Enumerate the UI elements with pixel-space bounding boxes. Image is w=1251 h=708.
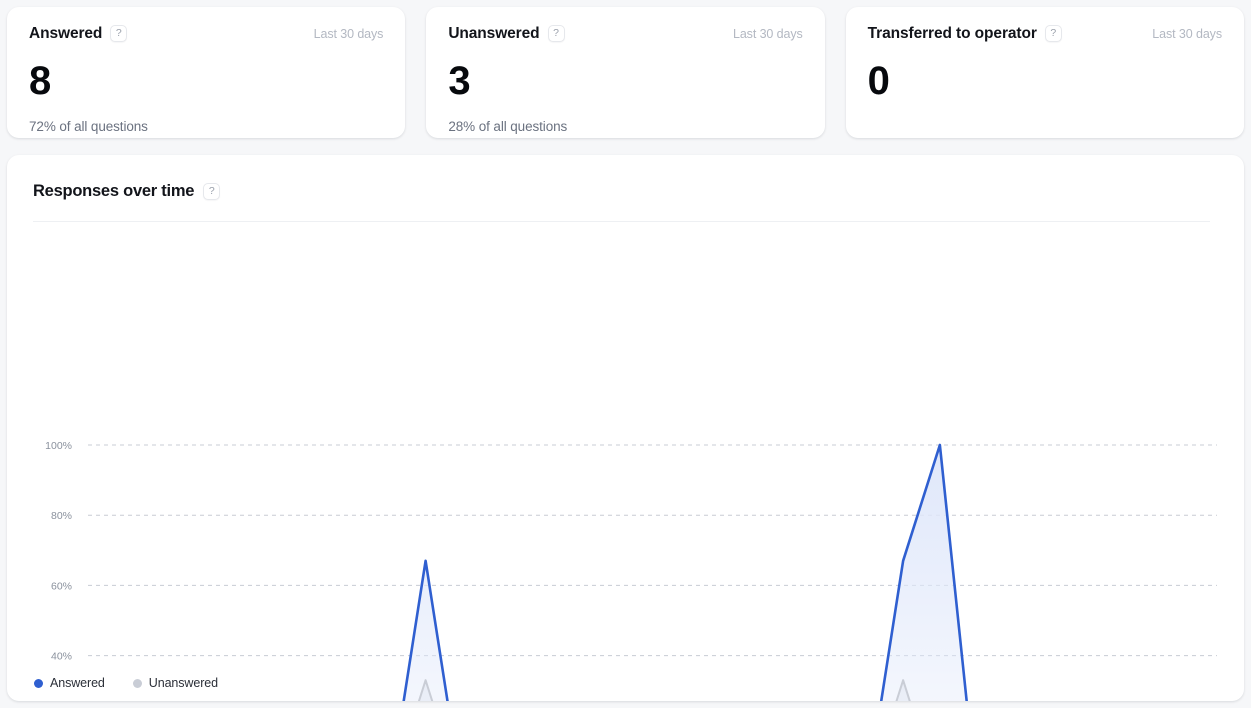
help-icon[interactable]: ? bbox=[1045, 25, 1062, 42]
legend-color-swatch-icon bbox=[34, 679, 43, 688]
kpi-title-group: Answered ? bbox=[29, 25, 127, 42]
chart-plot-area: 0%20%40%60%80%100% Jul 26Jul 30Aug 3Aug … bbox=[7, 155, 1244, 701]
y-axis-tick-label: 40% bbox=[51, 651, 72, 663]
kpi-period-label: Last 30 days bbox=[733, 27, 803, 41]
kpi-card-unanswered: Unanswered ? Last 30 days 3 28% of all q… bbox=[426, 7, 824, 138]
kpi-period-label: Last 30 days bbox=[1152, 27, 1222, 41]
chart-gridlines bbox=[88, 445, 1217, 701]
y-axis-tick-label: 60% bbox=[51, 580, 72, 592]
legend-item-unanswered[interactable]: Unanswered bbox=[133, 676, 218, 690]
kpi-card-header: Unanswered ? Last 30 days bbox=[448, 25, 802, 42]
legend-item-answered[interactable]: Answered bbox=[34, 676, 105, 690]
legend-label: Unanswered bbox=[149, 676, 218, 690]
series-area-answered bbox=[95, 445, 1197, 701]
series-line-unanswered bbox=[95, 680, 1197, 701]
legend-color-swatch-icon bbox=[133, 679, 142, 688]
kpi-title-group: Unanswered ? bbox=[448, 25, 564, 42]
kpi-value: 3 bbox=[448, 61, 802, 101]
kpi-value: 0 bbox=[868, 61, 1222, 101]
responses-over-time-chart: 0%20%40%60%80%100% Jul 26Jul 30Aug 3Aug … bbox=[7, 155, 1244, 701]
responses-over-time-card: Responses over time ? 0%20%40%60%80%100%… bbox=[7, 155, 1244, 701]
kpi-value: 8 bbox=[29, 61, 383, 101]
kpi-card-answered: Answered ? Last 30 days 8 72% of all que… bbox=[7, 7, 405, 138]
kpi-title: Transferred to operator bbox=[868, 26, 1037, 42]
help-icon[interactable]: ? bbox=[548, 25, 565, 42]
kpi-card-header: Answered ? Last 30 days bbox=[29, 25, 383, 42]
y-axis-tick-label: 80% bbox=[51, 510, 72, 522]
kpi-card-row: Answered ? Last 30 days 8 72% of all que… bbox=[0, 0, 1251, 138]
legend-label: Answered bbox=[50, 676, 105, 690]
chart-area-fills bbox=[95, 445, 1197, 701]
kpi-card-header: Transferred to operator ? Last 30 days bbox=[868, 25, 1222, 42]
kpi-title: Answered bbox=[29, 26, 102, 42]
chart-y-axis-labels: 0%20%40%60%80%100% bbox=[45, 440, 72, 701]
kpi-title: Unanswered bbox=[448, 26, 539, 42]
chart-series-lines bbox=[95, 445, 1197, 701]
kpi-subtitle: 28% of all questions bbox=[448, 119, 802, 134]
kpi-period-label: Last 30 days bbox=[314, 27, 384, 41]
kpi-subtitle: 72% of all questions bbox=[29, 119, 383, 134]
series-line-answered bbox=[95, 445, 1197, 701]
kpi-title-group: Transferred to operator ? bbox=[868, 25, 1062, 42]
y-axis-tick-label: 100% bbox=[45, 440, 72, 452]
help-icon[interactable]: ? bbox=[110, 25, 127, 42]
kpi-card-transferred-to-operator: Transferred to operator ? Last 30 days 0 bbox=[846, 7, 1244, 138]
chart-legend: Answered Unanswered bbox=[34, 676, 218, 690]
series-area-unanswered bbox=[95, 680, 1197, 701]
